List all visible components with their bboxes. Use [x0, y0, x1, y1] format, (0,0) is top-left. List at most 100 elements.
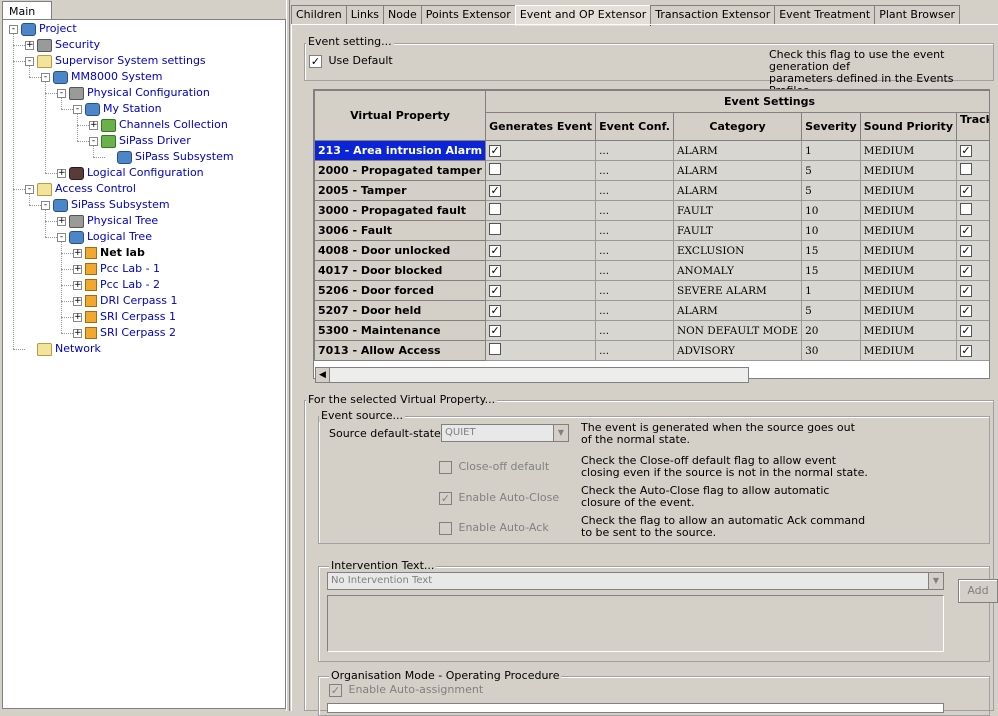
expand-icon[interactable]: +: [73, 296, 82, 306]
tab-points-extensor[interactable]: Points Extensor: [420, 5, 516, 24]
event-conf-cell[interactable]: ...: [595, 180, 674, 201]
category-cell[interactable]: ALARM: [672, 180, 803, 201]
col-severity[interactable]: Severity: [801, 112, 861, 141]
tree-item-sri2[interactable]: + SRI Cerpass 2: [73, 325, 176, 341]
track-history-cell[interactable]: ✓: [955, 340, 989, 361]
event-conf-cell[interactable]: ...: [595, 140, 674, 161]
panel-splitter[interactable]: [286, 0, 290, 711]
track-history-checkbox[interactable]: ✓: [960, 344, 972, 357]
col-track-in-histor[interactable]: Track in Histor: [955, 112, 989, 141]
col-virtual-property[interactable]: Virtual Property: [314, 90, 487, 141]
virtual-property-cell[interactable]: 3000 - Propagated fault: [314, 200, 487, 221]
tree-item-mm8000[interactable]: - MM8000 System: [41, 69, 163, 85]
use-default-check[interactable]: ✓: [309, 54, 322, 68]
category-cell[interactable]: SEVERE ALARM: [672, 280, 803, 301]
sound-priority-cell[interactable]: MEDIUM: [859, 220, 958, 241]
virtual-property-cell[interactable]: 3006 - Fault: [314, 220, 487, 241]
tree-item-sri1[interactable]: + SRI Cerpass 1: [73, 309, 176, 325]
generates-event-cell[interactable]: ✓: [485, 240, 597, 261]
auto-assignment-check[interactable]: ✓: [329, 683, 342, 697]
source-default-state-dropdown[interactable]: QUIET ▼: [441, 424, 569, 442]
virtual-property-cell[interactable]: 7013 - Allow Access: [314, 340, 487, 361]
add-button[interactable]: Add: [958, 579, 998, 603]
table-row[interactable]: 3000 - Propagated fault... FAULT 10 MEDIUM: [314, 200, 989, 221]
tab-links[interactable]: Links: [345, 5, 385, 24]
collapse-icon[interactable]: -: [41, 72, 50, 82]
auto-assignment-checkbox[interactable]: ✓ Enable Auto-assignment: [329, 683, 483, 697]
generates-event-checkbox[interactable]: ✓: [489, 184, 502, 197]
category-cell[interactable]: ALARM: [672, 160, 803, 181]
scroll-left-icon[interactable]: ◀: [315, 367, 330, 383]
virtual-property-cell[interactable]: 2005 - Tamper: [314, 180, 487, 201]
sound-priority-cell[interactable]: MEDIUM: [859, 320, 958, 341]
tab-transaction-extensor[interactable]: Transaction Extensor: [650, 5, 776, 24]
generates-event-checkbox[interactable]: ✓: [489, 144, 502, 157]
severity-cell[interactable]: 5: [801, 160, 861, 181]
tree-item-netlab[interactable]: + Net lab: [73, 245, 145, 261]
generates-event-checkbox[interactable]: ✓: [489, 324, 502, 337]
track-history-checkbox[interactable]: [960, 163, 972, 175]
tree-item-pcc2[interactable]: + Pcc Lab - 2: [73, 277, 160, 293]
virtual-property-cell[interactable]: 213 - Area intrusion Alarm: [314, 140, 487, 161]
event-conf-cell[interactable]: ...: [595, 220, 674, 241]
tab-event-treatment[interactable]: Event Treatment: [774, 5, 876, 24]
track-history-cell[interactable]: ✓: [955, 220, 989, 241]
track-history-checkbox[interactable]: ✓: [960, 304, 972, 317]
virtual-property-cell[interactable]: 5300 - Maintenance: [314, 320, 487, 341]
generates-event-cell[interactable]: [485, 200, 597, 221]
expand-icon[interactable]: +: [57, 168, 66, 178]
expand-icon[interactable]: +: [73, 328, 82, 338]
sound-priority-cell[interactable]: MEDIUM: [859, 160, 958, 181]
generates-event-checkbox[interactable]: [489, 163, 502, 175]
sound-priority-cell[interactable]: MEDIUM: [859, 280, 958, 301]
category-cell[interactable]: FAULT: [672, 220, 803, 241]
tab-node[interactable]: Node: [383, 5, 422, 24]
severity-cell[interactable]: 1: [801, 140, 861, 161]
severity-cell[interactable]: 10: [801, 220, 861, 241]
tab-plant-browser[interactable]: Plant Browser: [874, 5, 960, 24]
closeoff-check[interactable]: [439, 460, 452, 474]
tree-item-sipasssub1[interactable]: SiPass Subsystem: [105, 149, 234, 165]
expand-icon[interactable]: +: [73, 280, 82, 290]
tree-item-channels[interactable]: + Channels Collection: [89, 117, 228, 133]
table-row[interactable]: 5300 - Maintenance ✓... NON DEFAULT MODE 20…: [314, 320, 989, 341]
track-history-cell[interactable]: ✓: [955, 180, 989, 201]
table-row[interactable]: 2000 - Propagated tamper... ALARM 5 MEDIUM: [314, 160, 989, 181]
intervention-dropdown[interactable]: No Intervention Text ▼: [327, 572, 944, 590]
sound-priority-cell[interactable]: MEDIUM: [859, 260, 958, 281]
table-row[interactable]: 3006 - Fault... FAULT 10 MEDIUM ✓: [314, 220, 989, 241]
col-generates-event[interactable]: Generates Event: [485, 112, 597, 141]
event-conf-cell[interactable]: ...: [595, 320, 674, 341]
table-row[interactable]: 2005 - Tamper ✓... ALARM 5 MEDIUM ✓: [314, 180, 989, 201]
tree-item-pcc1[interactable]: + Pcc Lab - 1: [73, 261, 160, 277]
table-row[interactable]: 4008 - Door unlocked ✓... EXCLUSION 15 MEDIU…: [314, 240, 989, 261]
sound-priority-cell[interactable]: MEDIUM: [859, 240, 958, 261]
col-sound-priority[interactable]: Sound Priority: [859, 112, 958, 141]
track-history-checkbox[interactable]: ✓: [960, 184, 972, 197]
generates-event-checkbox[interactable]: ✓: [489, 304, 502, 317]
severity-cell[interactable]: 5: [801, 180, 861, 201]
expand-icon[interactable]: +: [73, 264, 82, 274]
tree-item-logtree[interactable]: - Logical Tree: [57, 229, 152, 245]
tree-item-dri[interactable]: + DRI Cerpass 1: [73, 293, 178, 309]
track-history-cell[interactable]: ✓: [955, 260, 989, 281]
sound-priority-cell[interactable]: MEDIUM: [859, 180, 958, 201]
category-cell[interactable]: EXCLUSION: [672, 240, 803, 261]
track-history-checkbox[interactable]: [960, 203, 972, 215]
generates-event-cell[interactable]: ✓: [485, 260, 597, 281]
tab-children[interactable]: Children: [291, 5, 347, 24]
generates-event-checkbox[interactable]: [489, 343, 502, 355]
event-conf-cell[interactable]: ...: [595, 300, 674, 321]
severity-cell[interactable]: 15: [801, 260, 861, 281]
generates-event-cell[interactable]: ✓: [485, 320, 597, 341]
track-history-cell[interactable]: ✓: [955, 320, 989, 341]
track-history-cell[interactable]: ✓: [955, 140, 989, 161]
generates-event-checkbox[interactable]: [489, 223, 502, 235]
collapse-icon[interactable]: -: [57, 88, 66, 98]
severity-cell[interactable]: 1: [801, 280, 861, 301]
sound-priority-cell[interactable]: MEDIUM: [859, 300, 958, 321]
tree-item-sipassdrv[interactable]: - SiPass Driver: [89, 133, 191, 149]
track-history-checkbox[interactable]: ✓: [960, 284, 972, 297]
event-conf-cell[interactable]: ...: [595, 200, 674, 221]
main-tab[interactable]: Main: [2, 1, 52, 20]
